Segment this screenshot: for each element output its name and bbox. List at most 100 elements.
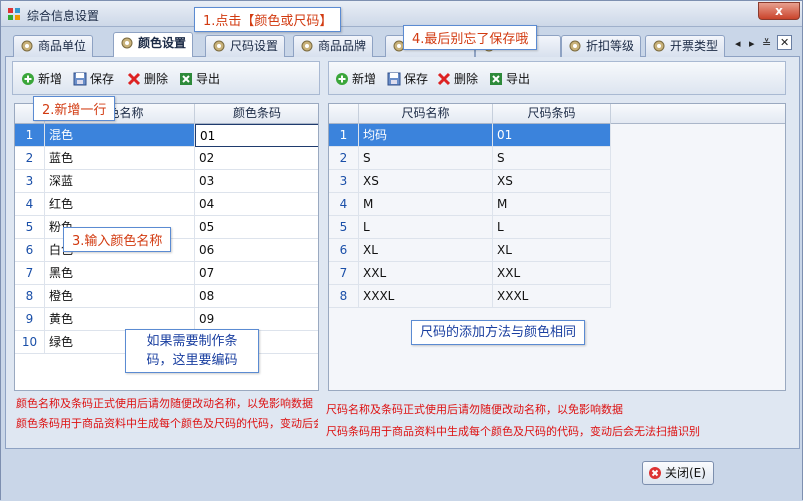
color-note-2: 颜色条码用于商品资料中生成每个颜色及尺码的代码，变动后会无法扫描识别 <box>16 417 318 430</box>
window-close-button[interactable]: x <box>758 2 800 20</box>
row-code[interactable]: 01 <box>493 124 611 147</box>
row-code[interactable]: 05 <box>195 216 318 239</box>
row-index: 1 <box>15 124 45 147</box>
tab-brand[interactable]: 商品品牌 <box>293 35 374 57</box>
title-bar: 综合信息设置 x <box>1 1 802 27</box>
gear-icon <box>301 40 313 52</box>
row-name[interactable]: S <box>359 147 493 170</box>
callout-step-2: 2.新增一行 <box>33 96 116 121</box>
row-code[interactable]: 01 <box>195 124 318 147</box>
header-size-code[interactable]: 尺码条码 <box>493 104 611 124</box>
row-index: 2 <box>15 147 45 170</box>
row-code[interactable]: L <box>493 216 611 239</box>
row-name[interactable]: L <box>359 216 493 239</box>
color-save-button[interactable]: 保存 <box>73 71 114 87</box>
size-grid[interactable]: 尺码名称 尺码条码 1 均码 01 2 S S 3 XS XS 4 M M 5 L L 6 XL XL 7 XXL XX… <box>328 103 786 391</box>
header-size-name[interactable]: 尺码名称 <box>359 104 493 124</box>
button-label: 导出 <box>196 72 221 86</box>
row-code[interactable]: 03 <box>195 170 318 193</box>
table-row[interactable]: 9 黄色 09 <box>15 308 318 331</box>
row-code[interactable]: M <box>493 193 611 216</box>
row-index: 5 <box>15 216 45 239</box>
excel-icon <box>490 73 502 85</box>
size-add-button[interactable]: 新增 <box>335 71 376 87</box>
row-code[interactable]: 09 <box>195 308 318 331</box>
size-note-2: 尺码条码用于商品资料中生成每个颜色及尺码的代码，变动后会无法扫描识别 <box>326 425 700 438</box>
table-row[interactable]: 3 深蓝 03 <box>15 170 318 193</box>
row-code[interactable]: XXXL <box>493 285 611 308</box>
color-delete-button[interactable]: 删除 <box>127 71 168 87</box>
table-row[interactable]: 8 橙色 08 <box>15 285 318 308</box>
close-x-icon <box>649 467 661 479</box>
tab-invoice[interactable]: 开票类型 <box>645 35 726 57</box>
row-name[interactable]: XS <box>359 170 493 193</box>
gear-icon <box>569 40 581 52</box>
row-name[interactable]: 混色 <box>45 124 195 147</box>
row-name[interactable]: 橙色 <box>45 285 195 308</box>
close-dialog-button[interactable]: 关闭(E) <box>642 461 714 485</box>
row-name[interactable]: 蓝色 <box>45 147 195 170</box>
table-row[interactable]: 4 红色 04 <box>15 193 318 216</box>
tab-list-button[interactable]: ≚ <box>762 37 771 50</box>
table-row[interactable]: 1 混色 01 <box>15 124 318 147</box>
table-row[interactable]: 8 XXXL XXXL <box>329 285 611 308</box>
row-index: 7 <box>15 262 45 285</box>
header-color-code[interactable]: 颜色条码 <box>195 104 318 124</box>
row-code[interactable]: XXL <box>493 262 611 285</box>
color-add-button[interactable]: 新增 <box>21 71 62 87</box>
gear-icon <box>121 37 133 49</box>
row-code[interactable]: 02 <box>195 147 318 170</box>
tab-unit[interactable]: 商品单位 <box>13 35 94 57</box>
grid-header: 尺码名称 尺码条码 <box>329 104 785 124</box>
tab-next-button[interactable]: ▸ <box>749 37 755 50</box>
row-code[interactable]: 08 <box>195 285 318 308</box>
size-toolbar: 新增 保存 删除 导出 <box>328 61 786 95</box>
row-name[interactable]: 黑色 <box>45 262 195 285</box>
tab-prev-button[interactable]: ◂ <box>735 37 741 50</box>
table-row[interactable]: 6 XL XL <box>329 239 611 262</box>
plus-icon <box>22 73 34 85</box>
table-row[interactable]: 2 蓝色 02 <box>15 147 318 170</box>
gear-icon <box>653 40 665 52</box>
row-code[interactable]: XL <box>493 239 611 262</box>
table-row[interactable]: 2SS <box>329 147 611 170</box>
table-row[interactable]: 7 XXL XXL <box>329 262 611 285</box>
row-code[interactable]: XS <box>493 170 611 193</box>
button-label: 关闭(E) <box>665 466 706 480</box>
row-name[interactable]: XXXL <box>359 285 493 308</box>
row-code[interactable]: 04 <box>195 193 318 216</box>
row-code[interactable]: 06 <box>195 239 318 262</box>
row-name[interactable]: 均码 <box>359 124 493 147</box>
tab-size[interactable]: 尺码设置 <box>205 35 286 57</box>
button-label: 保存 <box>404 72 429 86</box>
table-row[interactable]: 5LL <box>329 216 611 239</box>
table-row[interactable]: 1 均码 01 <box>329 124 611 147</box>
row-name[interactable]: XXL <box>359 262 493 285</box>
row-name[interactable]: M <box>359 193 493 216</box>
row-index: 8 <box>15 285 45 308</box>
app-icon <box>8 8 20 20</box>
tab-color[interactable]: 颜色设置 <box>113 32 194 58</box>
row-name[interactable]: 深蓝 <box>45 170 195 193</box>
size-save-button[interactable]: 保存 <box>387 71 428 87</box>
size-delete-button[interactable]: 删除 <box>437 71 478 87</box>
delete-x-icon <box>127 72 141 86</box>
color-export-button[interactable]: 导出 <box>179 71 220 87</box>
table-row[interactable]: 3 XS XS <box>329 170 611 193</box>
row-name[interactable]: 红色 <box>45 193 195 216</box>
size-note-1: 尺码名称及条码正式使用后请勿随便改动名称，以免影响数据 <box>326 403 623 416</box>
table-row[interactable]: 4MM <box>329 193 611 216</box>
row-name[interactable]: 黄色 <box>45 308 195 331</box>
row-code[interactable]: S <box>493 147 611 170</box>
save-icon <box>387 72 401 86</box>
row-index: 9 <box>15 308 45 331</box>
size-export-button[interactable]: 导出 <box>489 71 530 87</box>
tab-close-button[interactable]: ✕ <box>777 35 793 50</box>
callout-step-4: 4.最后别忘了保存哦 <box>403 25 538 50</box>
table-row[interactable]: 7 黑色 07 <box>15 262 318 285</box>
row-index: 8 <box>329 285 359 308</box>
tab-discount[interactable]: 折扣等级 <box>561 35 642 57</box>
row-index: 3 <box>329 170 359 193</box>
row-code[interactable]: 07 <box>195 262 318 285</box>
row-name[interactable]: XL <box>359 239 493 262</box>
